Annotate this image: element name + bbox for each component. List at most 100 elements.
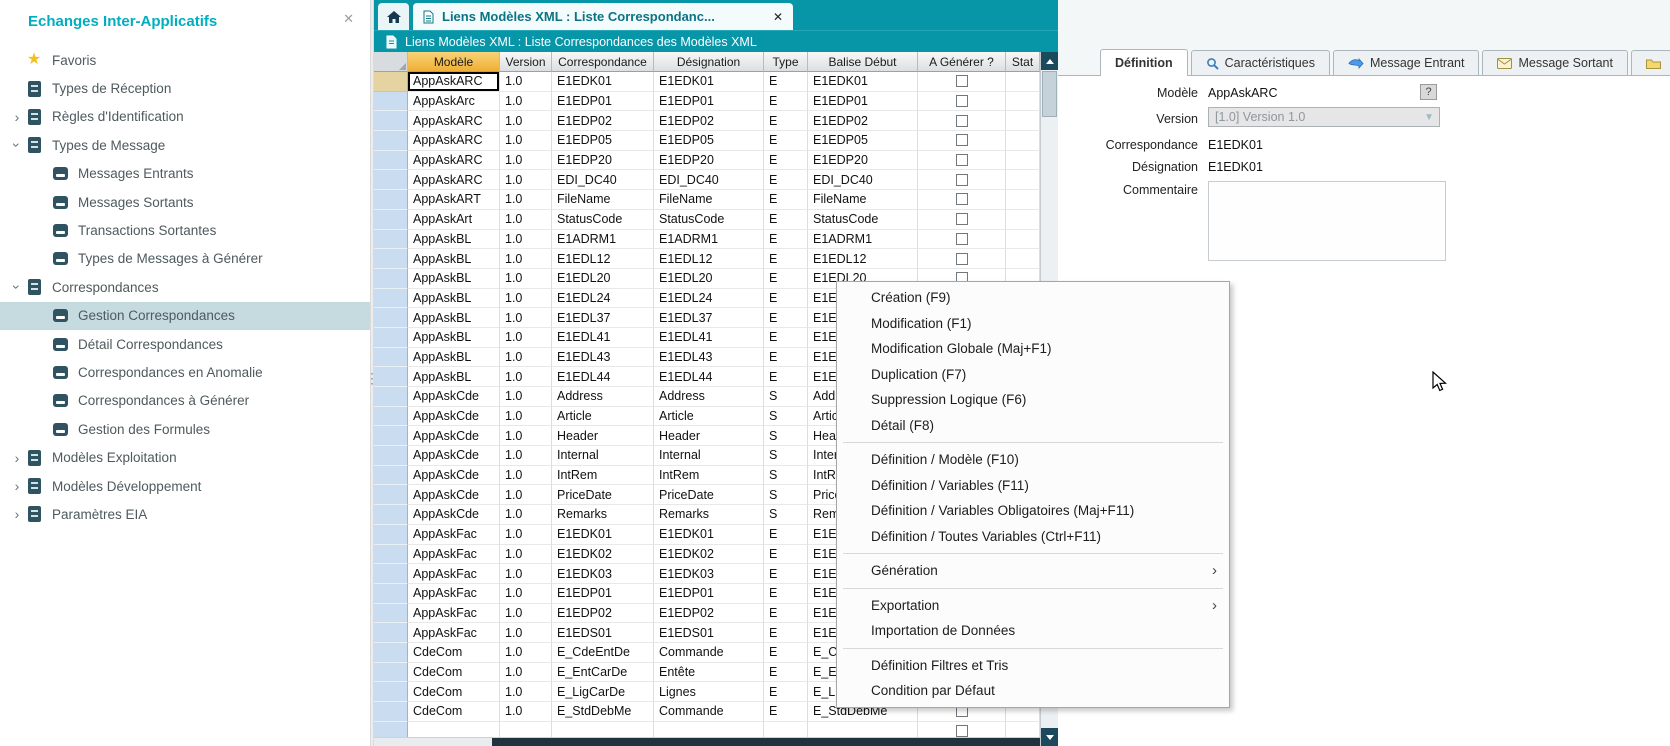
cell-correspondance[interactable]: Remarks xyxy=(552,505,654,525)
menu-item-importation-de-donnees[interactable]: Importation de Données xyxy=(837,618,1229,644)
cell-designation[interactable]: E1EDL24 xyxy=(654,289,764,309)
cell-type[interactable]: E xyxy=(764,584,808,604)
cell-a-generer[interactable] xyxy=(918,249,1006,269)
cell-version[interactable]: 1.0 xyxy=(500,643,552,663)
sidebar-item-types-de-message[interactable]: ›Types de Message xyxy=(0,131,370,159)
cell-type[interactable]: E xyxy=(764,151,808,171)
cell-a-generer[interactable] xyxy=(918,170,1006,190)
cell-type[interactable]: E xyxy=(764,92,808,112)
sidebar-item-types-de-reception[interactable]: ›Types de Réception xyxy=(0,74,370,102)
checkbox-icon[interactable] xyxy=(956,233,968,245)
cell-stat[interactable] xyxy=(1006,72,1040,92)
cell-version[interactable]: 1.0 xyxy=(500,485,552,505)
row-selector[interactable] xyxy=(374,564,408,584)
cell-designation[interactable]: EDI_DC40 xyxy=(654,170,764,190)
cell-correspondance[interactable]: E1EDP05 xyxy=(552,131,654,151)
horizontal-scrollbar-thumb[interactable] xyxy=(492,738,1040,746)
column-header-designation[interactable]: Désignation xyxy=(654,52,764,72)
cell-version[interactable]: 1.0 xyxy=(500,190,552,210)
cell-correspondance[interactable]: E1ADRM1 xyxy=(552,230,654,250)
cell-modele[interactable]: AppAskFac xyxy=(408,564,500,584)
row-selector[interactable] xyxy=(374,367,408,387)
menu-item-definition-toutes-variables-ctrl-f11[interactable]: Définition / Toutes Variables (Ctrl+F11) xyxy=(837,524,1229,550)
cell-designation[interactable]: Remarks xyxy=(654,505,764,525)
column-header-stat[interactable]: Stat xyxy=(1006,52,1040,72)
column-header-balise-debut[interactable]: Balise Début xyxy=(808,52,918,72)
cell-modele[interactable]: CdeCom xyxy=(408,663,500,683)
cell-correspondance[interactable]: EDI_DC40 xyxy=(552,170,654,190)
cell-correspondance[interactable]: E_StdDebMe xyxy=(552,702,654,722)
cell-correspondance[interactable]: FileName xyxy=(552,190,654,210)
cell-version[interactable]: 1.0 xyxy=(500,584,552,604)
cell-type[interactable]: E xyxy=(764,643,808,663)
row-selector[interactable] xyxy=(374,584,408,604)
tab-definition[interactable]: Définition xyxy=(1100,49,1188,76)
cell-type[interactable]: E xyxy=(764,308,808,328)
tab-partial[interactable] xyxy=(1631,50,1670,75)
row-selector[interactable] xyxy=(374,249,408,269)
help-button[interactable]: ? xyxy=(1420,84,1437,100)
row-selector[interactable] xyxy=(374,426,408,446)
cell-version[interactable]: 1.0 xyxy=(500,72,552,92)
cell-type[interactable]: S xyxy=(764,426,808,446)
sidebar-item-messages-entrants[interactable]: ›Messages Entrants xyxy=(0,160,370,188)
cell-modele[interactable]: AppAskBL xyxy=(408,367,500,387)
cell-type[interactable]: E xyxy=(764,623,808,643)
cell-type[interactable]: E xyxy=(764,604,808,624)
cell-version[interactable]: 1.0 xyxy=(500,604,552,624)
cell-type[interactable]: E xyxy=(764,367,808,387)
cell-version[interactable]: 1.0 xyxy=(500,131,552,151)
cell-modele[interactable]: AppAskARC xyxy=(408,111,500,131)
cell-designation[interactable]: E1EDP01 xyxy=(654,92,764,112)
cell-correspondance[interactable]: Internal xyxy=(552,446,654,466)
column-header-correspondance[interactable]: Correspondance xyxy=(552,52,654,72)
cell-modele[interactable]: AppAskARC xyxy=(408,151,500,171)
cell-version[interactable]: 1.0 xyxy=(500,525,552,545)
cell-correspondance[interactable]: E_LigCarDe xyxy=(552,682,654,702)
row-selector[interactable] xyxy=(374,702,408,722)
sidebar-item-detail-correspondances[interactable]: ›Détail Correspondances xyxy=(0,330,370,358)
checkbox-icon[interactable] xyxy=(956,193,968,205)
sidebar-item-modeles-developpement[interactable]: ›Modèles Développement xyxy=(0,472,370,500)
sidebar-item-favoris[interactable]: ›★Favoris xyxy=(0,46,370,74)
cell-version[interactable]: 1.0 xyxy=(500,682,552,702)
cell-type[interactable]: E xyxy=(764,328,808,348)
cell-version[interactable]: 1.0 xyxy=(500,505,552,525)
cell-version[interactable]: 1.0 xyxy=(500,151,552,171)
cell-designation[interactable]: E1EDL37 xyxy=(654,308,764,328)
cell-version[interactable]: 1.0 xyxy=(500,269,552,289)
cell-type[interactable]: S xyxy=(764,505,808,525)
cell-designation[interactable]: Lignes xyxy=(654,682,764,702)
row-selector[interactable] xyxy=(374,131,408,151)
chevron-down-icon[interactable]: › xyxy=(10,136,24,154)
chevron-down-icon[interactable]: › xyxy=(10,278,24,296)
cell-version[interactable]: 1.0 xyxy=(500,348,552,368)
cell-type[interactable]: E xyxy=(764,190,808,210)
cell-type[interactable]: E xyxy=(764,289,808,309)
cell-correspondance[interactable]: E1EDS01 xyxy=(552,623,654,643)
sidebar-item-correspondances-a-generer[interactable]: ›Correspondances à Générer xyxy=(0,387,370,415)
menu-item-detail-f8[interactable]: Détail (F8) xyxy=(837,413,1229,439)
cell-version[interactable]: 1.0 xyxy=(500,210,552,230)
cell-designation[interactable]: E1EDP02 xyxy=(654,604,764,624)
cell-modele[interactable]: AppAskCde xyxy=(408,426,500,446)
cell-correspondance[interactable]: StatusCode xyxy=(552,210,654,230)
version-dropdown[interactable]: [1.0] Version 1.0 ▼ xyxy=(1208,107,1440,127)
tab-caracteristiques[interactable]: Caractéristiques xyxy=(1191,50,1330,75)
cell-modele[interactable]: AppAskBL xyxy=(408,348,500,368)
vertical-scrollbar-thumb[interactable] xyxy=(1042,71,1057,117)
cell-type[interactable]: E xyxy=(764,72,808,92)
cell-modele[interactable]: AppAskBL xyxy=(408,289,500,309)
menu-item-generation[interactable]: Génération› xyxy=(837,558,1229,584)
checkbox-icon[interactable] xyxy=(956,213,968,225)
cell-type[interactable]: E xyxy=(764,170,808,190)
cell-version[interactable]: 1.0 xyxy=(500,387,552,407)
cell-type[interactable]: E xyxy=(764,210,808,230)
table-row[interactable]: AppAskArt1.0StatusCodeStatusCodeEStatusC… xyxy=(374,210,1040,230)
row-selector[interactable] xyxy=(374,230,408,250)
cell-version[interactable]: 1.0 xyxy=(500,426,552,446)
chevron-right-icon[interactable]: › xyxy=(8,507,26,521)
checkbox-icon[interactable] xyxy=(956,253,968,265)
menu-item-duplication-f7[interactable]: Duplication (F7) xyxy=(837,362,1229,388)
sidebar-item-correspondances-en-anomalie[interactable]: ›Correspondances en Anomalie xyxy=(0,358,370,386)
